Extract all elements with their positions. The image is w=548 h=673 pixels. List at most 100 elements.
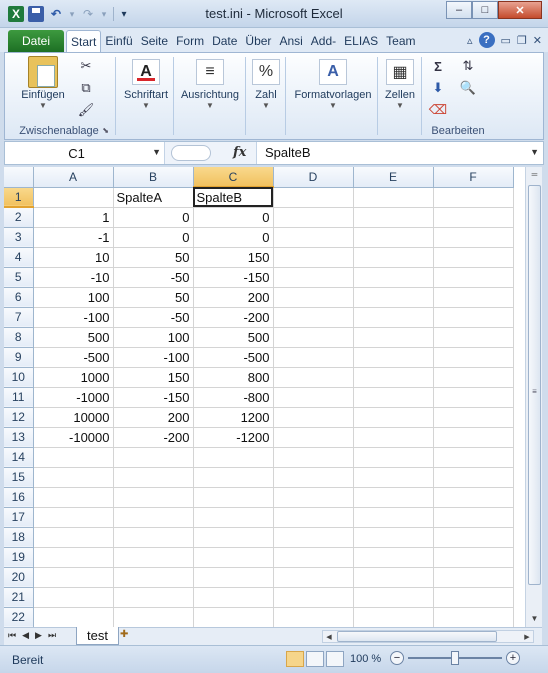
cell-b16[interactable] — [113, 487, 194, 508]
row-header[interactable]: 10 — [4, 367, 34, 388]
cell-c6[interactable]: 200 — [193, 287, 274, 308]
cell-f16[interactable] — [433, 487, 514, 508]
cell-f2[interactable] — [433, 207, 514, 228]
cell-b4[interactable]: 50 — [113, 247, 194, 268]
cell-d1[interactable] — [273, 187, 354, 208]
zoom-out-button[interactable]: − — [390, 651, 404, 665]
cell-a14[interactable] — [33, 447, 114, 468]
cell-c15[interactable] — [193, 467, 274, 488]
cell-b15[interactable] — [113, 467, 194, 488]
scroll-right-icon[interactable]: ▶ — [521, 631, 533, 642]
cell-c18[interactable] — [193, 527, 274, 548]
cell-b11[interactable]: -150 — [113, 387, 194, 408]
cell-f3[interactable] — [433, 227, 514, 248]
page-layout-view-button[interactable] — [306, 651, 324, 667]
cell-f11[interactable] — [433, 387, 514, 408]
cell-d18[interactable] — [273, 527, 354, 548]
row-header[interactable]: 4 — [4, 247, 34, 268]
row-header[interactable]: 3 — [4, 227, 34, 248]
horizontal-scrollbar[interactable]: ◀ ▶ — [322, 630, 534, 643]
cell-d10[interactable] — [273, 367, 354, 388]
cell-e12[interactable] — [353, 407, 434, 428]
cell-d20[interactable] — [273, 567, 354, 588]
cell-b8[interactable]: 100 — [113, 327, 194, 348]
zoom-in-button[interactable]: + — [506, 651, 520, 665]
cell-e21[interactable] — [353, 587, 434, 608]
expand-formula-bar-icon[interactable]: ▼ — [530, 147, 539, 157]
column-header-d[interactable]: D — [273, 167, 354, 188]
cell-f18[interactable] — [433, 527, 514, 548]
cell-e15[interactable] — [353, 467, 434, 488]
cell-e9[interactable] — [353, 347, 434, 368]
name-box-dropdown-icon[interactable]: ▼ — [152, 147, 161, 157]
cell-c22[interactable] — [193, 607, 274, 627]
cell-e11[interactable] — [353, 387, 434, 408]
clipboard-dialog-launcher-icon[interactable]: ⬊ — [102, 126, 109, 135]
scroll-left-icon[interactable]: ◀ — [323, 631, 335, 642]
cell-d7[interactable] — [273, 307, 354, 328]
cell-d21[interactable] — [273, 587, 354, 608]
cell-a9[interactable]: -500 — [33, 347, 114, 368]
cell-f19[interactable] — [433, 547, 514, 568]
cell-d13[interactable] — [273, 427, 354, 448]
row-header[interactable]: 16 — [4, 487, 34, 508]
row-header[interactable]: 12 — [4, 407, 34, 428]
cell-d5[interactable] — [273, 267, 354, 288]
tab-elias[interactable]: ELIAS — [340, 30, 382, 52]
workbook-restore-icon[interactable]: ❐ — [517, 34, 527, 47]
cell-f7[interactable] — [433, 307, 514, 328]
row-header[interactable]: 15 — [4, 467, 34, 488]
cell-a11[interactable]: -1000 — [33, 387, 114, 408]
cell-b6[interactable]: 50 — [113, 287, 194, 308]
tab-view[interactable]: Ansi — [275, 30, 306, 52]
sort-filter-icon[interactable]: ⇅ — [457, 57, 479, 75]
cell-d9[interactable] — [273, 347, 354, 368]
cell-a16[interactable] — [33, 487, 114, 508]
row-header[interactable]: 8 — [4, 327, 34, 348]
cell-e3[interactable] — [353, 227, 434, 248]
tab-data[interactable]: Date — [208, 30, 241, 52]
column-header-e[interactable]: E — [353, 167, 434, 188]
cell-b2[interactable]: 0 — [113, 207, 194, 228]
font-button[interactable]: A Schriftart ▼ — [121, 57, 171, 110]
cell-c21[interactable] — [193, 587, 274, 608]
row-header[interactable]: 11 — [4, 387, 34, 408]
cell-f1[interactable] — [433, 187, 514, 208]
format-painter-icon[interactable]: 🖌 — [75, 101, 97, 119]
cell-b14[interactable] — [113, 447, 194, 468]
tab-file[interactable]: Datei — [8, 30, 64, 52]
column-header-b[interactable]: B — [113, 167, 194, 188]
cell-e6[interactable] — [353, 287, 434, 308]
cell-b3[interactable]: 0 — [113, 227, 194, 248]
formula-bar-resize-handle[interactable] — [171, 145, 211, 161]
next-sheet-icon[interactable]: ▶ — [35, 630, 42, 641]
row-header[interactable]: 21 — [4, 587, 34, 608]
clear-icon[interactable]: ⌫ — [427, 101, 449, 119]
cell-f10[interactable] — [433, 367, 514, 388]
cell-a20[interactable] — [33, 567, 114, 588]
zoom-slider-thumb[interactable] — [451, 651, 459, 665]
number-button[interactable]: % Zahl ▼ — [249, 57, 283, 110]
find-select-icon[interactable]: 🔍 — [457, 79, 479, 97]
workbook-close-icon[interactable]: ✕ — [533, 34, 542, 47]
scroll-split-handle-icon[interactable]: ═ — [528, 167, 541, 181]
cell-c7[interactable]: -200 — [193, 307, 274, 328]
row-header[interactable]: 6 — [4, 287, 34, 308]
cell-e7[interactable] — [353, 307, 434, 328]
tab-review[interactable]: Über — [241, 30, 275, 52]
cell-b7[interactable]: -50 — [113, 307, 194, 328]
cell-a17[interactable] — [33, 507, 114, 528]
cell-d8[interactable] — [273, 327, 354, 348]
cell-d6[interactable] — [273, 287, 354, 308]
row-header[interactable]: 19 — [4, 547, 34, 568]
cell-d2[interactable] — [273, 207, 354, 228]
cell-f17[interactable] — [433, 507, 514, 528]
cell-e20[interactable] — [353, 567, 434, 588]
cell-e5[interactable] — [353, 267, 434, 288]
row-header[interactable]: 13 — [4, 427, 34, 448]
tab-page-layout[interactable]: Seite — [137, 30, 172, 52]
row-header[interactable]: 9 — [4, 347, 34, 368]
cell-f21[interactable] — [433, 587, 514, 608]
cell-a1[interactable] — [33, 187, 114, 208]
sheet-tab-test[interactable]: test — [76, 627, 119, 645]
